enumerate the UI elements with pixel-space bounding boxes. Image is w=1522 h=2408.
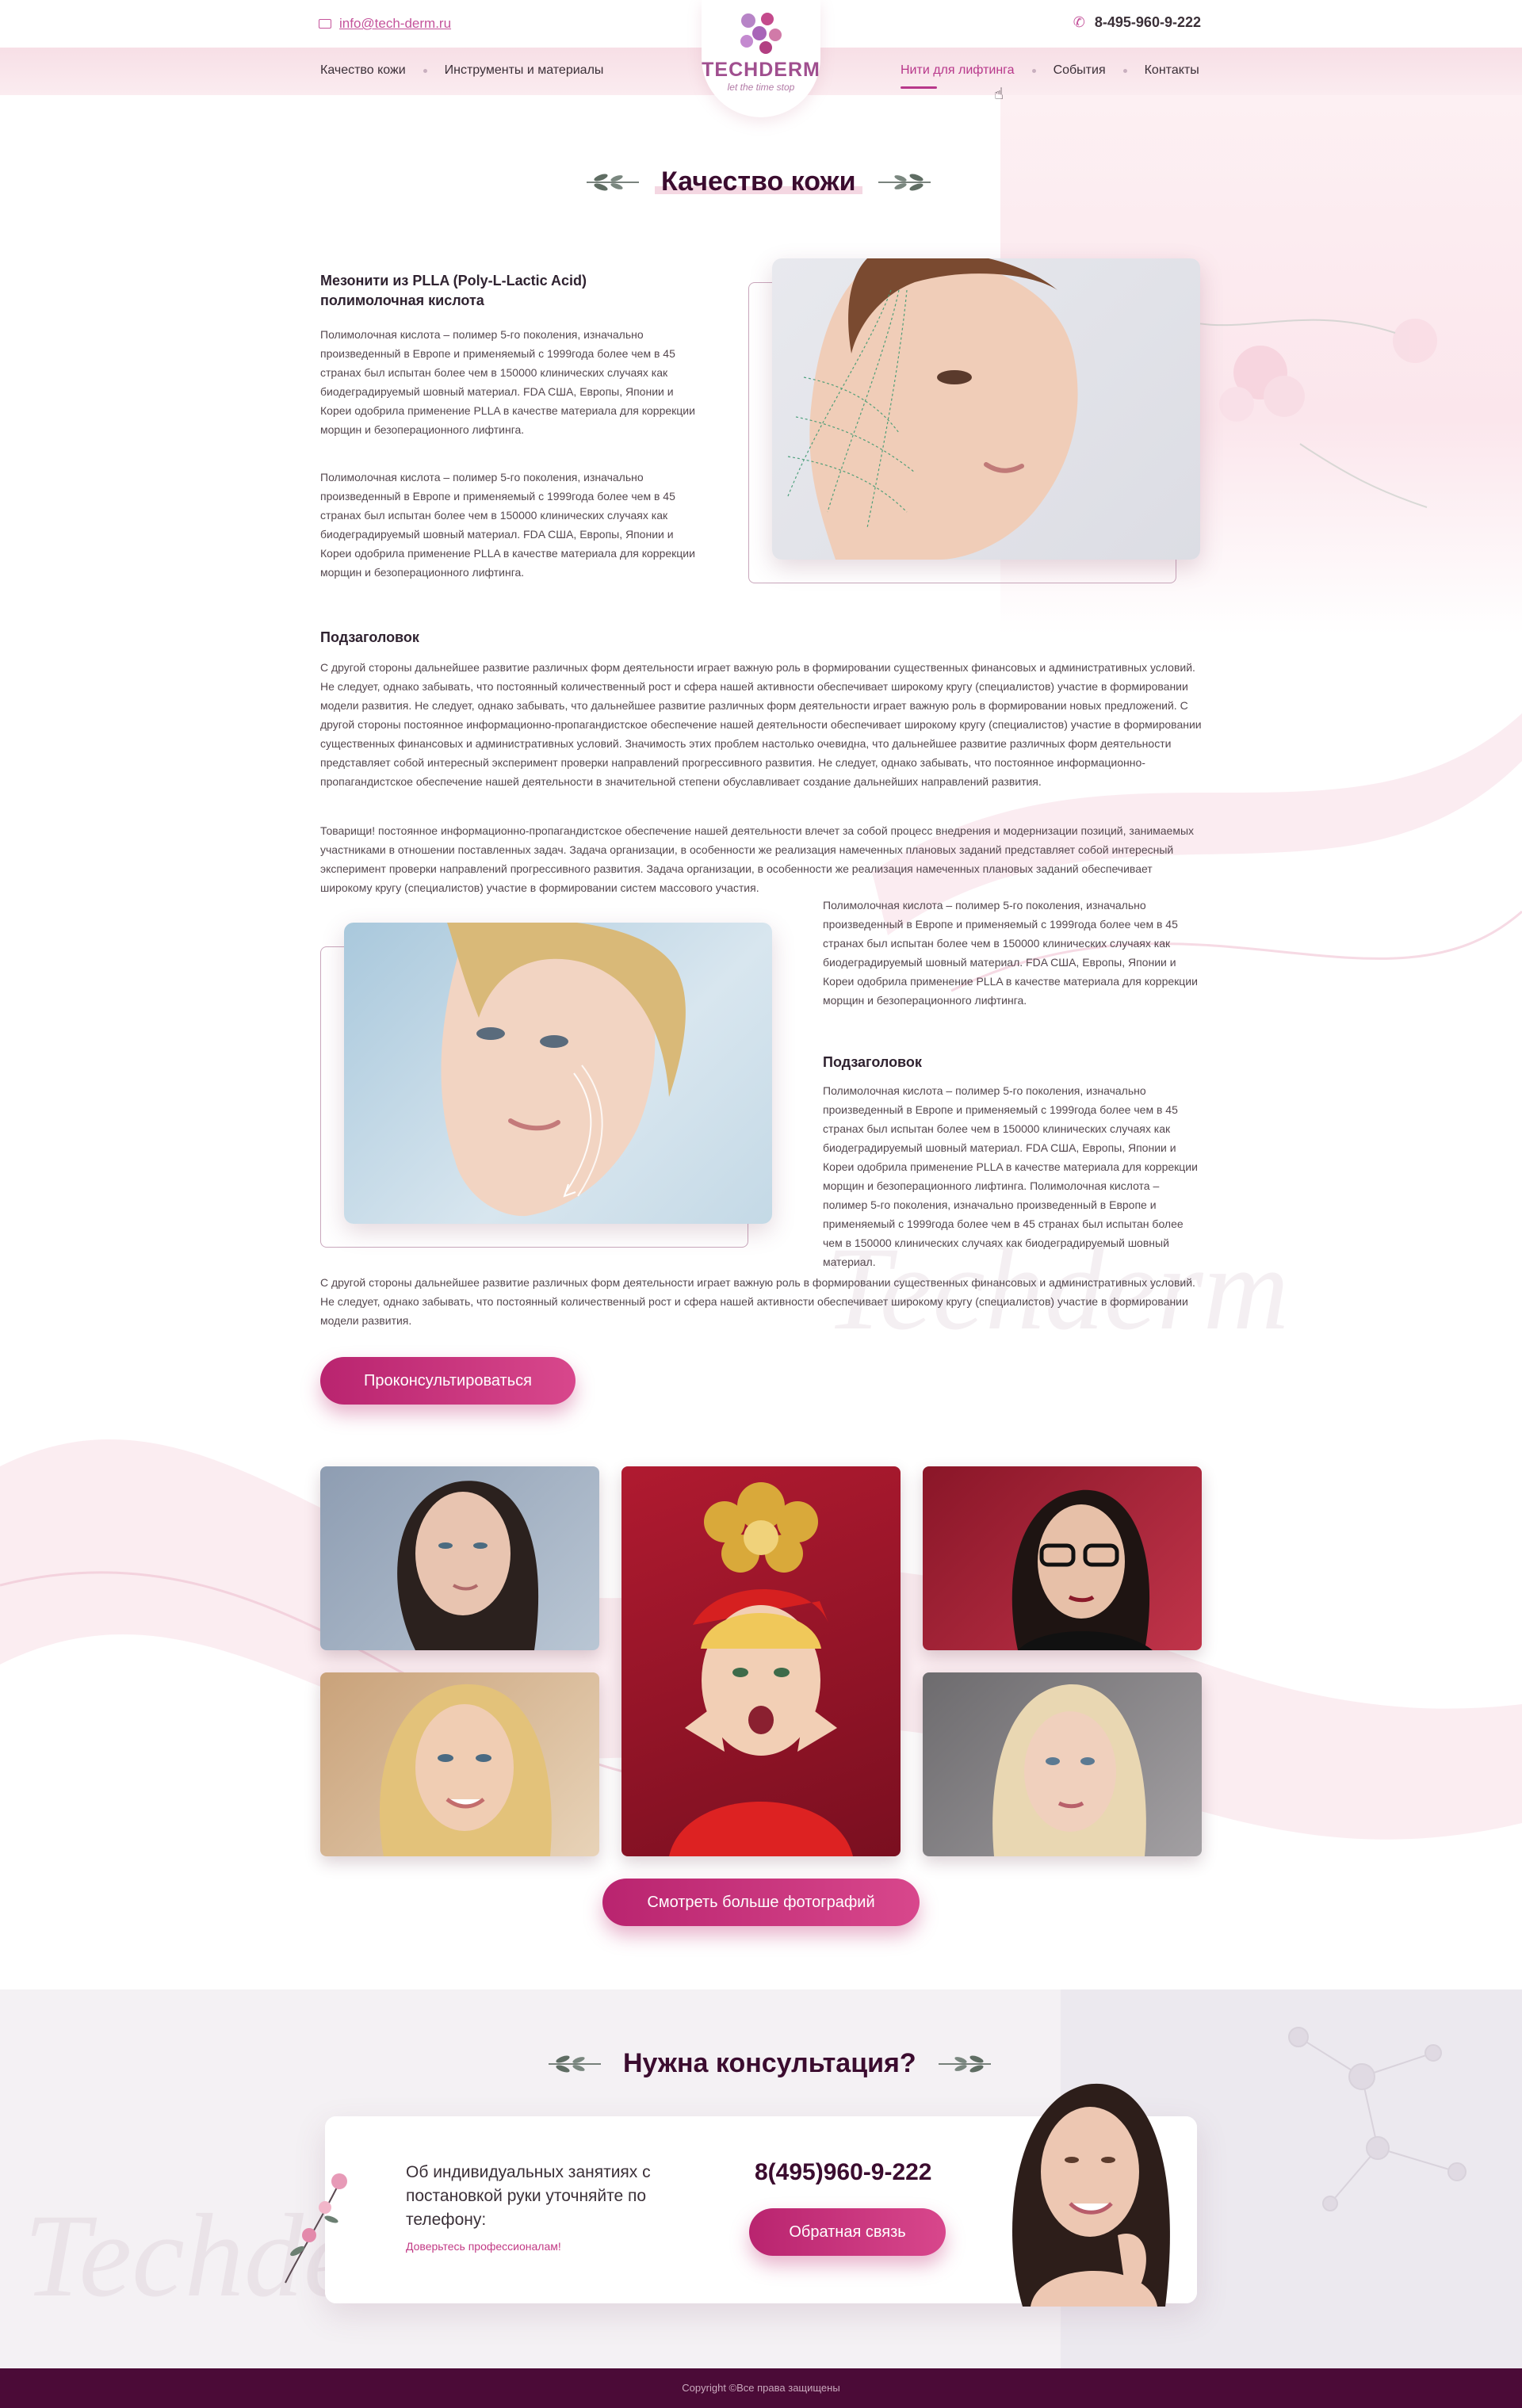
article-paragraph: С другой стороны дальнейшее развитие раз… [320,1276,1195,1327]
page-title-block: Качество кожи [585,166,932,197]
nav-separator [423,68,427,73]
logo-tagline: let the time stop [727,82,795,93]
gallery-photo[interactable] [320,1466,599,1650]
copyright: Copyright ©Все права защищены [682,2382,840,2394]
consult-woman-photo [1011,2083,1170,2307]
article-subheading: Подзаголовок [320,629,419,645]
article-paragraph: Полимолочная кислота – полимер 5-го поко… [320,471,695,579]
article-paragraph: Полимолочная кислота – полимер 5-го поко… [320,328,695,436]
article-paragraph: Товарищи! постоянное информационно-пропа… [320,824,1195,894]
nav-item-contacts[interactable]: Контакты [1145,63,1199,78]
logo-icon [740,13,782,54]
gallery-photo[interactable] [621,1466,901,1856]
page-title: Качество кожи [655,166,862,197]
header-phone[interactable]: ✆ 8-495-960-9-222 [1073,14,1201,31]
nav-left: Качество кожи Инструменты и материалы [320,63,603,78]
consult-note: Доверьтесь профессионалам! [406,2240,561,2253]
article-heading: Мезонити из PLLA (Poly-L-Lactic Acid) по… [320,273,587,308]
pointer-cursor-icon: ☝ [994,86,1004,103]
nav-right: Нити для лифтинга События Контакты [901,63,1199,89]
branch-left-icon [587,173,639,191]
gallery-photo[interactable] [923,1466,1202,1650]
article-paragraph: Полимолочная кислота – полимер 5-го поко… [823,1084,1198,1268]
branch-right-icon [938,2054,991,2073]
article-paragraph: С другой стороны дальнейшее развитие раз… [320,661,1202,788]
nav-item-tools[interactable]: Инструменты и материалы [445,63,604,78]
logo-name: TECHDERM [702,59,820,81]
callback-button[interactable]: Обратная связь [749,2208,946,2256]
branch-left-icon [549,2054,601,2073]
nav-separator [1031,68,1036,73]
face-illustration [441,923,686,1217]
footer: Copyright ©Все права защищены [0,2368,1522,2408]
mail-icon [319,19,331,29]
consult-title-block: Нужна консультация? [547,2048,992,2079]
face-illustration [787,258,1078,560]
more-photos-button[interactable]: Смотреть больше фотографий [602,1879,920,1926]
header-phone-text: 8-495-960-9-222 [1094,14,1201,30]
article-paragraph: Полимолочная кислота – полимер 5-го поко… [823,899,1198,1007]
chin-lifting-photo [344,923,772,1224]
nav-separator [1122,68,1127,73]
nav-item-lifting-threads[interactable]: Нити для лифтинга [901,63,1015,89]
branch-right-icon [878,173,931,191]
consult-text: Об индивидуальных занятиях с постановкой… [406,2163,651,2229]
consult-title: Нужна консультация? [623,2048,916,2078]
flower-branch-icon [285,2173,347,2284]
face-lifting-photo [772,258,1200,560]
logo[interactable]: TECHDERM let the time stop [702,0,820,117]
consult-phone[interactable]: 8(495)960-9-222 [755,2159,932,2186]
phone-icon: ✆ [1073,14,1085,30]
email-text: info@tech-derm.ru [339,16,452,31]
email-link[interactable]: info@tech-derm.ru [319,16,451,32]
nav-item-events[interactable]: События [1054,63,1106,78]
gallery-photo[interactable] [320,1672,599,1856]
gallery-photo[interactable] [923,1672,1202,1856]
consult-cta-button[interactable]: Проконсультироваться [320,1357,576,1405]
article-subheading: Подзаголовок [823,1054,922,1070]
nav-item-skin-quality[interactable]: Качество кожи [320,63,406,78]
